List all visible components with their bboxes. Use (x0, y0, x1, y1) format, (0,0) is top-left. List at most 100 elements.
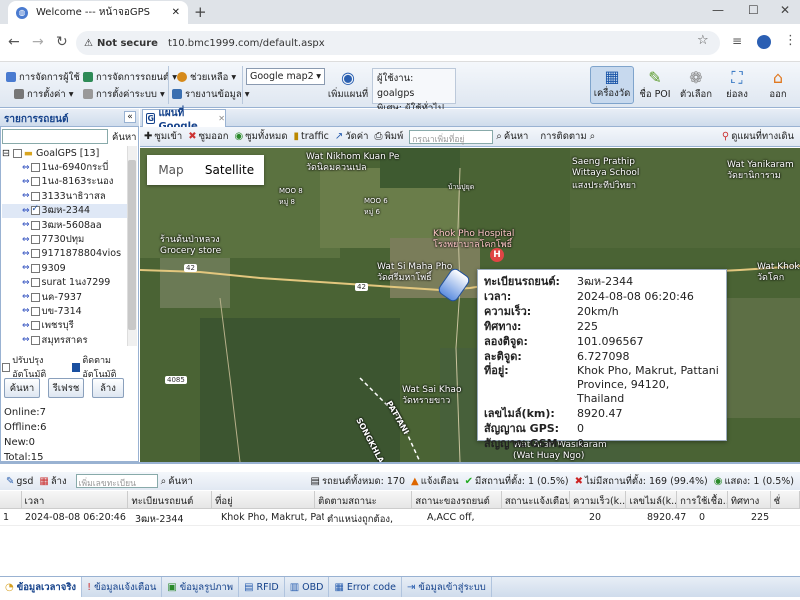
vehicle-checkbox[interactable] (30, 249, 40, 259)
extensions-icon[interactable]: ≡ (732, 34, 742, 48)
tree-vehicle-item[interactable]: ⇔ 9171878804vios (2, 247, 127, 261)
close-tab-icon[interactable]: ✕ (218, 114, 225, 123)
menu-dots-icon[interactable]: ⋮ (784, 33, 797, 48)
has-location-filter[interactable]: ✔ มีสถานที่ตั้ง: 1 (0.5%) (465, 474, 569, 489)
alerts-filter[interactable]: ▲ แจ้งเตือน (411, 474, 459, 489)
collapse-icon[interactable]: ⊟ (2, 148, 10, 159)
menu-system-settings[interactable]: การตั้งค่าระบบ ▾ (83, 86, 165, 102)
tab-error[interactable]: ▦ Error code (329, 577, 403, 597)
maximize-icon[interactable]: ☐ (748, 3, 759, 17)
close-window-icon[interactable]: ✕ (780, 3, 790, 17)
menu-reports[interactable]: รายงานข้อมูล ▾ (172, 86, 250, 102)
tab-login[interactable]: ⇥ ข้อมูลเข้าสู่ระบบ (402, 577, 492, 597)
auto-follow-checkbox[interactable] (72, 362, 81, 372)
tab-image[interactable]: ▣ ข้อมูลรูปภาพ (162, 577, 240, 597)
scrollbar-thumb[interactable] (128, 160, 136, 330)
measure-button[interactable]: ↗ วัดค่า (335, 129, 369, 144)
tree-vehicle-item[interactable]: ⇔ 1นง-6940กระบี่ (2, 160, 127, 174)
column-header[interactable]: สถานะของรถยนต์ (412, 491, 502, 508)
map-provider-select[interactable]: Google map2 ▾ (246, 68, 325, 85)
vehicle-checkbox[interactable] (30, 321, 40, 331)
tree-vehicle-item[interactable]: ⇔ 9309 (2, 261, 127, 275)
vehicle-checkbox[interactable] (30, 306, 40, 316)
shown-filter[interactable]: ◉ แสดง: 1 (0.5%) (714, 474, 794, 489)
close-tab-icon[interactable]: ✕ (172, 7, 180, 18)
vehicle-search-button[interactable]: ค้นหา (112, 130, 136, 145)
address-search-button[interactable]: ⌕ ค้นหา (496, 129, 528, 144)
vehicle-checkbox[interactable] (30, 177, 40, 187)
collapse-panel-button[interactable]: « (124, 111, 136, 123)
tree-vehicle-item[interactable]: ⇔3ฒห-2344 (2, 203, 127, 218)
poi-button[interactable]: ✎ ชื่อ POI (633, 66, 677, 104)
profile-avatar[interactable] (757, 35, 771, 49)
column-header[interactable]: ความเร็ว(k... (570, 491, 627, 508)
column-header[interactable]: สถานะแจ้งเตือน (502, 491, 570, 508)
zoom-all-button[interactable]: ◉ ซูมทั้งหมด (234, 129, 287, 144)
column-header[interactable]: ที่อยู่ (212, 491, 316, 508)
logout-button[interactable]: ⌂ ออก (756, 66, 800, 104)
address-search-input[interactable]: กรุณาเพิ่มที่อยู่ (409, 129, 494, 145)
column-header[interactable]: ทะเบียนรถยนต์ (128, 491, 213, 508)
map-type-map-button[interactable]: Map (147, 155, 195, 185)
clear-button[interactable]: ล้าง (92, 378, 124, 398)
reload-icon[interactable]: ↻ (56, 34, 68, 50)
column-header[interactable]: ทิศทาง (728, 491, 771, 508)
tab-rfid[interactable]: ▤ RFID (239, 577, 285, 597)
column-header[interactable]: เวลา (22, 491, 129, 508)
vehicle-checkbox[interactable] (30, 191, 40, 201)
plate-search-button[interactable]: ⌕ ค้นหา (161, 474, 193, 489)
tab-realtime[interactable]: ◔ ข้อมูลเวลาจริง (0, 577, 83, 597)
no-location-filter[interactable]: ✖ ไม่มีสถานที่ตั้ง: 169 (99.4%) (575, 474, 708, 489)
column-header[interactable]: เลขไมล์(k... (626, 491, 678, 508)
security-status[interactable]: Not secure (97, 38, 158, 49)
forward-icon[interactable]: → (32, 34, 44, 50)
auto-update-checkbox[interactable] (2, 362, 11, 372)
zoom-in-button[interactable]: ✚ ซูมเข้า (144, 129, 182, 144)
vehicle-checkbox[interactable] (30, 204, 40, 216)
options-button[interactable]: ❁ ตัวเลือก (674, 66, 718, 104)
vehicle-view-button[interactable]: ▦ เครื่องวัด (590, 66, 634, 104)
menu-settings[interactable]: การตั้งค่า ▾ (14, 86, 73, 102)
column-header[interactable]: การใช้เชื้อ... (677, 491, 728, 508)
bookmark-star-icon[interactable]: ☆ (697, 33, 709, 48)
column-header[interactable]: ชั่ (771, 491, 800, 508)
print-button[interactable]: ⎙ พิมพ์ (374, 129, 403, 144)
tree-vehicle-item[interactable]: ⇔ 3133นาธิวาสล (2, 189, 127, 203)
vehicle-checkbox[interactable] (30, 263, 40, 273)
search-button[interactable]: ค้นหา (4, 378, 40, 398)
tree-vehicle-item[interactable]: ⇔ บข-7314 (2, 304, 127, 318)
tab-google-map[interactable]: G แผนที่ Google ✕ (142, 108, 226, 132)
url-field[interactable]: ⚠ Not secure t10.bmc1999.com/default.asp… (76, 31, 720, 55)
vehicle-checkbox[interactable] (30, 278, 40, 288)
menu-help[interactable]: ช่วยเหลือ ▾ (177, 69, 236, 85)
add-map-button[interactable]: ◉ เพิ่มแผนที่ (326, 66, 370, 104)
vehicle-checkbox[interactable] (30, 163, 40, 173)
gsd-button[interactable]: ✎ gsd (6, 476, 33, 487)
tree-vehicle-item[interactable]: ⇔ นค-7937 (2, 290, 127, 304)
tab-alert[interactable]: ! ข้อมูลแจ้งเตือน (82, 577, 163, 597)
zoom-out-button[interactable]: ✖ ซูมออก (188, 129, 228, 144)
menu-vehicle-management[interactable]: การจัดการรถยนต์ ▾ (83, 69, 177, 85)
new-tab-button[interactable]: + (194, 3, 207, 21)
plate-search-input[interactable]: เพิ่มเลขทะเบียนรถยนต์ (75, 474, 158, 503)
hospital-marker-icon[interactable]: H (490, 248, 504, 262)
route-button[interactable]: ⚲ ดูแผนที่ทางเดิน (722, 129, 794, 144)
table-row[interactable]: 1 2024-08-08 06:20:46 3ฒห-2344 Khok Pho, Ma… (0, 510, 800, 526)
back-icon[interactable]: ← (8, 34, 20, 50)
tree-vehicle-item[interactable]: ⇔ สมุทรสาคร (2, 333, 127, 346)
vehicle-checkbox[interactable] (30, 220, 40, 230)
menu-user-management[interactable]: การจัดการผู้ใช้ ▾ (6, 69, 88, 85)
refresh-button[interactable]: รีเฟรช (48, 378, 84, 398)
browser-tab[interactable]: ◍ Welcome --- หน้าจอGPS ✕ (8, 1, 188, 24)
clear-grid-button[interactable]: ▦ ล้าง (39, 474, 66, 489)
minimize-icon[interactable]: — (712, 3, 724, 17)
vehicle-checkbox[interactable] (30, 235, 40, 245)
vehicle-search-input[interactable] (2, 129, 108, 144)
tree-vehicle-item[interactable]: ⇔ เพชรบุรี (2, 319, 127, 333)
tree-vehicle-item[interactable]: ⇔ surat 1นง7299 (2, 276, 127, 290)
vehicle-checkbox[interactable] (30, 335, 40, 345)
tree-group[interactable]: ⊟ ▬ GoalGPS [13] (2, 146, 127, 160)
vehicle-checkbox[interactable] (30, 292, 40, 302)
tab-obd[interactable]: ▥ OBD (285, 577, 330, 597)
fullscreen-button[interactable]: ⛶ ย่อลง (715, 66, 759, 104)
